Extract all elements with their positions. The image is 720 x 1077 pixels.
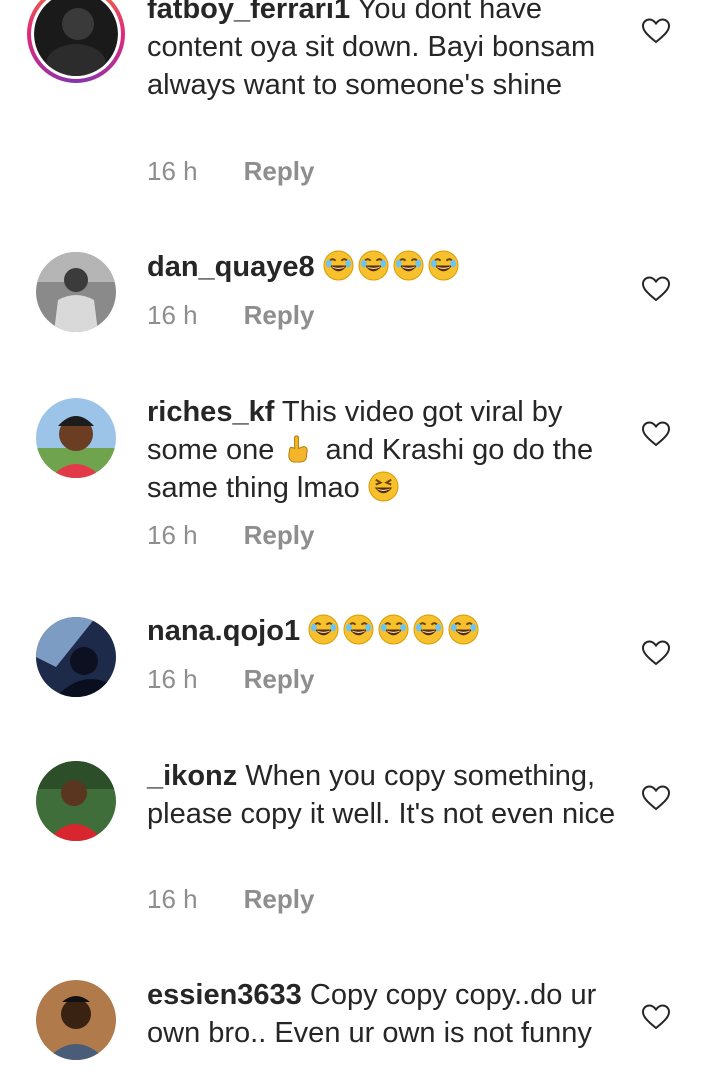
- avatar-image: [36, 617, 116, 697]
- heart-outline-icon[interactable]: [642, 785, 670, 811]
- comment-username[interactable]: dan_quaye8: [147, 251, 315, 283]
- comment-username[interactable]: fatboy_ferrari1: [147, 0, 350, 25]
- reply-button[interactable]: Reply: [244, 664, 315, 695]
- avatar-image: [36, 252, 116, 332]
- avatar[interactable]: [36, 252, 116, 332]
- comment-username[interactable]: essien3633: [147, 979, 302, 1011]
- avatar[interactable]: [36, 761, 116, 841]
- comment-time: 16 h: [147, 884, 198, 914]
- comment-time: 16 h: [147, 664, 198, 694]
- laugh-cry-emoji: [428, 250, 459, 281]
- avatar[interactable]: [27, 0, 125, 83]
- laugh-cry-emoji: [323, 250, 354, 281]
- laugh-cry-emoji: [448, 614, 479, 645]
- comment-meta: 16 h Reply: [147, 664, 314, 695]
- point-up-hand-emoji: [282, 433, 313, 464]
- comment-text: _ikonz When you copy something, please c…: [147, 757, 617, 833]
- comment-time: 16 h: [147, 520, 198, 550]
- avatar-image: [34, 0, 118, 76]
- avatar-image: [36, 761, 116, 841]
- comment-text: essien3633 Copy copy copy..do ur own bro…: [147, 976, 617, 1052]
- comment-username[interactable]: nana.qojo1: [147, 615, 300, 647]
- comment-text: riches_kf This video got viral by some o…: [147, 393, 617, 507]
- reply-button[interactable]: Reply: [244, 156, 315, 187]
- comment-meta: 16 h Reply: [147, 300, 314, 331]
- comment-text: dan_quaye8: [147, 248, 617, 286]
- reply-button[interactable]: Reply: [244, 884, 315, 915]
- comment-username[interactable]: _ikonz: [147, 760, 237, 792]
- comment-meta: 16 h Reply: [147, 884, 314, 915]
- avatar[interactable]: [36, 617, 116, 697]
- heart-outline-icon[interactable]: [642, 18, 670, 44]
- heart-outline-icon[interactable]: [642, 640, 670, 666]
- avatar[interactable]: [36, 980, 116, 1060]
- heart-outline-icon[interactable]: [642, 276, 670, 302]
- comment-text: fatboy_ferrari1 You dont have content oy…: [147, 0, 617, 104]
- laugh-cry-emoji: [308, 614, 339, 645]
- comment-meta: 16 h Reply: [147, 156, 314, 187]
- comment-meta: 16 h Reply: [147, 520, 314, 551]
- comment-text: nana.qojo1: [147, 612, 617, 650]
- heart-outline-icon[interactable]: [642, 1004, 670, 1030]
- avatar-image: [36, 398, 116, 478]
- laugh-cry-emoji: [393, 250, 424, 281]
- avatar[interactable]: [36, 398, 116, 478]
- laugh-cry-emoji: [358, 250, 389, 281]
- laugh-cry-emoji: [343, 614, 374, 645]
- comment-time: 16 h: [147, 156, 198, 186]
- heart-outline-icon[interactable]: [642, 421, 670, 447]
- laugh-cry-emoji: [413, 614, 444, 645]
- avatar-image: [36, 980, 116, 1060]
- reply-button[interactable]: Reply: [244, 520, 315, 551]
- comment-time: 16 h: [147, 300, 198, 330]
- reply-button[interactable]: Reply: [244, 300, 315, 331]
- comment-username[interactable]: riches_kf: [147, 396, 274, 428]
- squint-laugh-emoji: [368, 471, 399, 502]
- laugh-cry-emoji: [378, 614, 409, 645]
